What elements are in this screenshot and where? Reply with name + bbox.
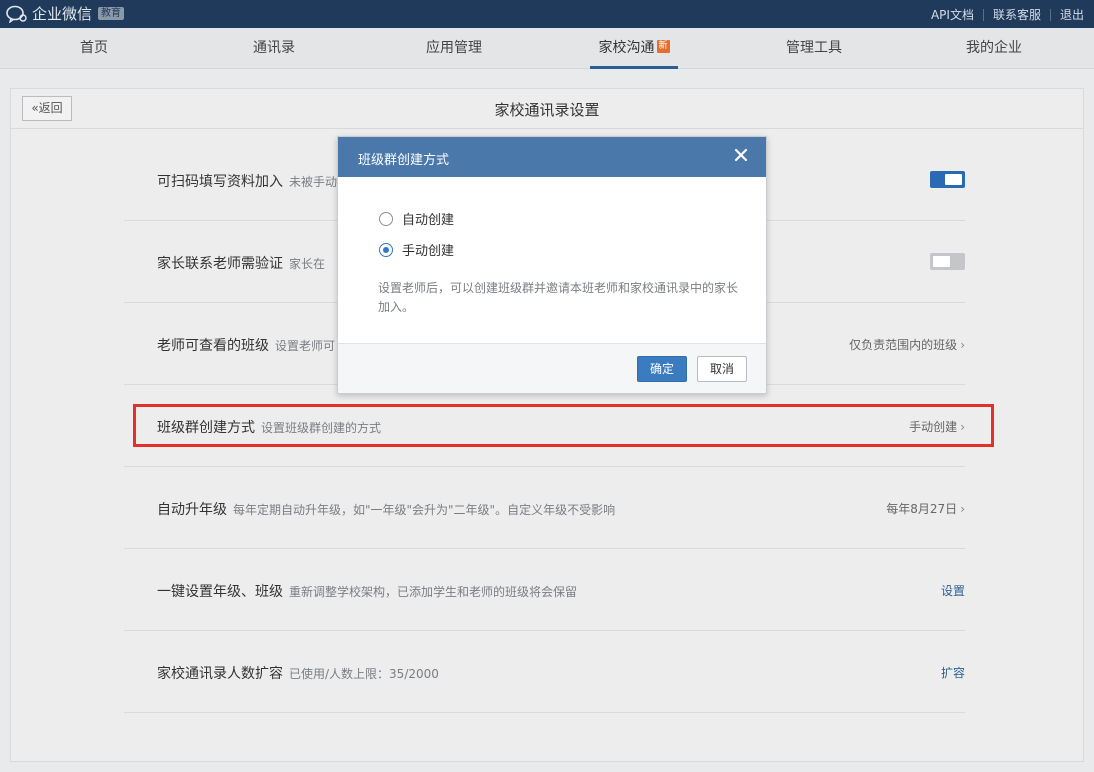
setting-title: 一键设置年级、班级 重新调整学校架构，已添加学生和老师的班级将会保留 [157, 581, 577, 601]
nav-label: 家校沟通 [598, 40, 655, 56]
option-label: 手动创建 [402, 244, 455, 259]
nav-app-management[interactable]: 应用管理 [364, 28, 544, 69]
divider [982, 8, 984, 21]
logout-link[interactable]: 退出 [1060, 6, 1084, 23]
contact-support-link[interactable]: 联系客服 [993, 6, 1041, 23]
option-label: 自动创建 [402, 213, 455, 228]
setting-title-text: 一键设置年级、班级 [157, 584, 283, 600]
option-auto-create[interactable]: 自动创建 [379, 209, 454, 228]
setting-row-auto-promote[interactable]: 自动升年级 每年定期自动升年级，如"一年级"会升为"二年级"。自定义年级不受影响 … [124, 467, 965, 549]
nav-label: 我的企业 [966, 40, 1022, 56]
panel-header: «返回 家校通讯录设置 [11, 89, 1083, 129]
top-bar: 企业微信 教育 API文档 联系客服 退出 [0, 0, 1094, 28]
nav-management-tools[interactable]: 管理工具 [724, 28, 904, 69]
setting-title: 家校通讯录人数扩容 已使用/人数上限：35/2000 [157, 663, 439, 683]
page-title: 家校通讯录设置 [494, 101, 600, 119]
setting-desc: 每年定期自动升年级，如"一年级"会升为"二年级"。自定义年级不受影响 [233, 503, 616, 517]
setting-title-text: 家校通讯录人数扩容 [157, 666, 283, 682]
setting-title: 老师可查看的班级 设置老师可 [157, 335, 335, 355]
nav-label: 通讯录 [253, 40, 295, 56]
nav-contacts[interactable]: 通讯录 [184, 28, 364, 69]
divider [1049, 8, 1051, 21]
setting-title: 可扫码填写资料加入 未被手动 [157, 171, 337, 191]
brand-logo[interactable]: 企业微信 教育 [6, 3, 125, 24]
chat-bubble-icon [6, 5, 28, 24]
top-links: API文档 联系客服 退出 [931, 6, 1084, 23]
setting-title-text: 家长联系老师需验证 [157, 256, 283, 272]
nav-my-company[interactable]: 我的企业 [904, 28, 1084, 69]
setting-row-capacity: 家校通讯录人数扩容 已使用/人数上限：35/2000 扩容 [124, 631, 965, 713]
setting-title-text: 可扫码填写资料加入 [157, 174, 283, 190]
setting-title: 家长联系老师需验证 家长在 [157, 253, 325, 273]
cancel-button[interactable]: 取消 [697, 356, 747, 382]
setting-value: 仅负责范围内的班级 [849, 338, 958, 352]
highlight-annotation [133, 404, 994, 447]
scan-join-toggle[interactable] [930, 171, 965, 188]
nav-home[interactable]: 首页 [4, 28, 184, 69]
expand-capacity-link[interactable]: 扩容 [941, 664, 965, 681]
api-docs-link[interactable]: API文档 [931, 6, 974, 23]
auto-promote-value[interactable]: 每年8月27日 › [886, 500, 965, 517]
chevron-right-icon: › [960, 502, 965, 516]
setting-desc: 重新调整学校架构，已添加学生和老师的班级将会保留 [289, 585, 578, 599]
close-icon[interactable] [732, 146, 750, 164]
teacher-classes-value[interactable]: 仅负责范围内的班级 › [849, 336, 965, 353]
dialog-footer: 确定 取消 [338, 343, 766, 393]
dialog-title: 班级群创建方式 [358, 153, 450, 168]
setting-desc: 未被手动 [289, 175, 338, 189]
setting-title-text: 自动升年级 [157, 502, 227, 518]
active-tab-indicator [590, 66, 678, 69]
nav-label: 管理工具 [786, 40, 842, 56]
parent-verify-toggle[interactable] [930, 253, 965, 270]
nav-label: 首页 [80, 40, 108, 56]
brand-name: 企业微信 [32, 5, 93, 23]
setting-desc: 已使用/人数上限：35/2000 [289, 667, 439, 681]
radio-button-selected[interactable] [379, 242, 393, 257]
brand-badge: 教育 [98, 7, 125, 20]
dialog-header: 班级群创建方式 [338, 137, 766, 177]
new-badge: 新 [656, 40, 670, 53]
radio-button[interactable] [379, 211, 393, 226]
confirm-button[interactable]: 确定 [637, 356, 687, 382]
toggle-knob [945, 174, 962, 185]
class-group-dialog: 班级群创建方式 自动创建 手动创建 设置老师后，可以创建班级群并邀请本班老师和家… [337, 136, 767, 394]
setting-value: 每年8月27日 [886, 502, 958, 516]
setting-title: 自动升年级 每年定期自动升年级，如"一年级"会升为"二年级"。自定义年级不受影响 [157, 499, 615, 519]
setting-desc: 设置老师可 [275, 339, 336, 353]
nav-home-school[interactable]: 家校沟通新 [544, 28, 724, 69]
main-nav: 首页 通讯录 应用管理 家校沟通新 管理工具 我的企业 [0, 28, 1094, 69]
setting-title-text: 老师可查看的班级 [157, 338, 269, 354]
chevron-right-icon: › [960, 338, 965, 352]
nav-label: 应用管理 [426, 40, 482, 56]
setting-desc: 家长在 [289, 257, 326, 271]
grade-setup-link[interactable]: 设置 [941, 582, 965, 599]
toggle-knob [933, 256, 950, 267]
setting-row-grade-setup: 一键设置年级、班级 重新调整学校架构，已添加学生和老师的班级将会保留 设置 [124, 549, 965, 631]
dialog-note: 设置老师后，可以创建班级群并邀请本班老师和家校通讯录中的家长加入。 [378, 281, 739, 314]
option-manual-create[interactable]: 手动创建 [379, 240, 454, 259]
